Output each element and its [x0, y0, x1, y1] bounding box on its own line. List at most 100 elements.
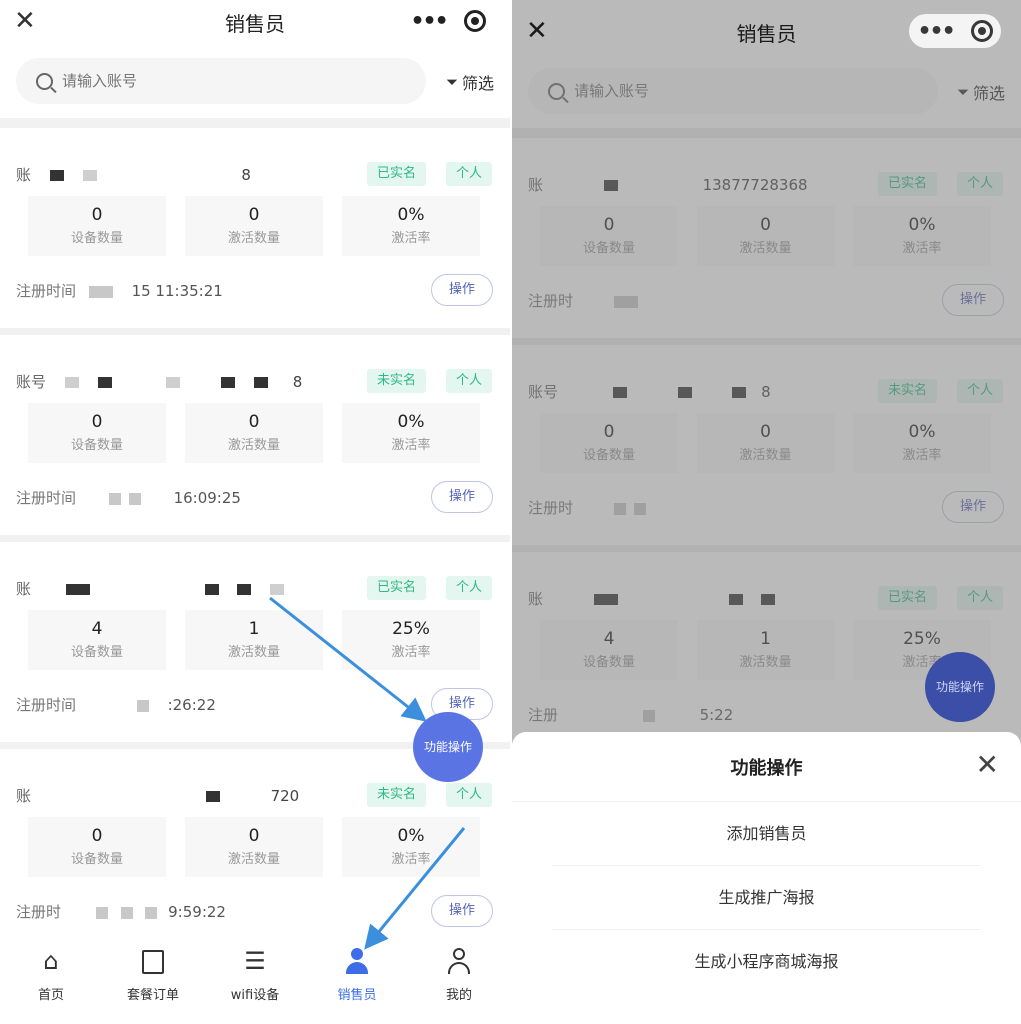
account-label: 账 [528, 590, 544, 608]
search-input[interactable] [574, 82, 874, 100]
sheet-option-promo-poster[interactable]: 生成推广海报 [552, 866, 981, 930]
search-icon [548, 82, 565, 100]
device-count-label: 设备数量 [70, 852, 123, 867]
register-label: 注册时间 [16, 696, 77, 714]
filter-button[interactable]: ⏷ 筛选 [957, 80, 1005, 104]
masked-text [166, 377, 181, 388]
stats-row: 0 设备数量 0 激活数量 0% 激活率 [28, 196, 480, 256]
masked-text [97, 377, 112, 388]
device-count: 0 设备数量 [28, 817, 166, 877]
masked-text [593, 594, 618, 605]
register-label: 注册时 [528, 499, 574, 517]
operate-button[interactable]: 操作 [942, 284, 1004, 316]
tab-label: 销售员 [337, 988, 377, 1003]
function-fab-button[interactable]: 功能操作 [925, 652, 995, 722]
activated-count: 0 激活数量 [696, 413, 835, 473]
profile-icon [408, 946, 510, 976]
search-box[interactable] [16, 58, 426, 104]
operate-button[interactable]: 操作 [431, 274, 493, 306]
tab-label: wifi设备 [230, 988, 280, 1003]
masked-text [613, 295, 626, 308]
tab-wifi-devices[interactable]: ☰ wifi设备 [204, 934, 306, 1024]
activated-count-label: 激活数量 [739, 655, 792, 670]
device-count-label: 设备数量 [70, 438, 123, 453]
account-row: 账 13877728368 [528, 174, 808, 195]
masked-text [612, 387, 627, 398]
filter-icon: ⏷ [956, 83, 969, 101]
masked-text [100, 285, 113, 298]
account-label: 账号 [16, 373, 47, 391]
activated-count-label: 激活数量 [227, 852, 280, 867]
device-count-value: 0 [603, 215, 615, 235]
masked-text [253, 377, 268, 388]
stats-row: 0 设备数量 0 激活数量 0% 激活率 [540, 206, 991, 266]
activated-count-label: 激活数量 [227, 645, 280, 660]
tab-profile[interactable]: 我的 [408, 934, 510, 1024]
activation-rate-label: 激活率 [902, 448, 942, 463]
masked-text [88, 285, 101, 298]
activation-rate: 25% 激活率 [342, 610, 480, 670]
search-box[interactable] [528, 68, 938, 114]
masked-text [270, 584, 285, 595]
masked-text [128, 492, 141, 505]
target-icon[interactable] [970, 20, 993, 42]
activation-rate-value: 0% [397, 412, 425, 432]
function-fab-button[interactable]: 功能操作 [413, 712, 483, 782]
device-count-label: 设备数量 [582, 448, 635, 463]
activated-count: 0 激活数量 [185, 196, 323, 256]
tab-salesperson[interactable]: 销售员 [306, 934, 408, 1024]
masked-text [625, 295, 638, 308]
type-badge: 个人 [956, 586, 1003, 610]
search-icon [36, 72, 53, 90]
register-label: 注册时 [528, 292, 574, 310]
tab-label: 我的 [445, 988, 472, 1003]
tab-label: 套餐订单 [126, 988, 179, 1003]
account-label: 账 [16, 580, 32, 598]
sheet-option-mall-poster[interactable]: 生成小程序商城海报 [552, 930, 981, 994]
wifi-device-icon: ☰ [244, 947, 266, 975]
tab-orders[interactable]: 套餐订单 [102, 934, 204, 1024]
operate-button[interactable]: 操作 [942, 491, 1004, 523]
register-time-row: 注册时 [528, 290, 638, 311]
account-tail: 8 [292, 373, 303, 391]
stats-row: 0 设备数量 0 激活数量 0% 激活率 [28, 817, 480, 877]
tab-bar: ⌂ 首页 套餐订单 ☰ wifi设备 销售员 我的 [0, 934, 510, 1024]
verify-badge: 已实名 [366, 576, 426, 600]
salesperson-card: 账号 8 未实名 个人 0 设备数量 0 激活数量 0% 激活率 注册时间 16:09… [0, 335, 510, 535]
close-icon[interactable]: ✕ [976, 748, 999, 781]
more-dots-icon[interactable]: ••• [917, 19, 955, 44]
device-count-value: 0 [91, 826, 103, 846]
activation-rate-value: 25% [392, 619, 430, 639]
sheet-header: 功能操作 ✕ [512, 732, 1021, 802]
filter-label: 筛选 [461, 74, 494, 93]
activation-rate: 0% 激活率 [342, 817, 480, 877]
operate-button[interactable]: 操作 [431, 895, 493, 927]
device-count-value: 4 [91, 619, 103, 639]
device-count: 0 设备数量 [540, 413, 678, 473]
filter-button[interactable]: ⏷ 筛选 [446, 70, 494, 94]
account-label: 账 [528, 176, 544, 194]
search-input[interactable] [62, 72, 362, 90]
type-badge: 个人 [445, 576, 492, 600]
activation-rate-value: 0% [397, 205, 425, 225]
operate-button[interactable]: 操作 [431, 481, 493, 513]
register-time: 15 11:35:21 [131, 282, 223, 300]
nav-bar: ✕ 销售员 ••• [512, 10, 1021, 56]
register-time-row: 注册时 [528, 497, 646, 518]
tab-home[interactable]: ⌂ 首页 [0, 934, 102, 1024]
register-time: :26:22 [167, 696, 216, 714]
activated-count-label: 激活数量 [739, 241, 792, 256]
function-action-sheet: 功能操作 ✕ 添加销售员 生成推广海报 生成小程序商城海报 [512, 732, 1021, 1024]
masked-text [633, 502, 646, 515]
masked-text [136, 699, 149, 712]
activated-count-value: 0 [248, 826, 260, 846]
account-row: 账 8 [16, 164, 251, 185]
more-dots-icon[interactable]: ••• [410, 9, 448, 34]
activation-rate: 0% 激活率 [853, 413, 991, 473]
device-count: 0 设备数量 [28, 403, 166, 463]
salesperson-card: 账 8 已实名 个人 0 设备数量 0 激活数量 0% 激活率 注册时间 15 11:… [0, 128, 510, 328]
device-count-label: 设备数量 [70, 645, 123, 660]
target-icon[interactable] [463, 10, 486, 32]
salesperson-list: 账 8 已实名 个人 0 设备数量 0 激活数量 0% 激活率 注册时间 15 11:… [0, 118, 510, 949]
sheet-option-add-salesperson[interactable]: 添加销售员 [552, 802, 981, 866]
